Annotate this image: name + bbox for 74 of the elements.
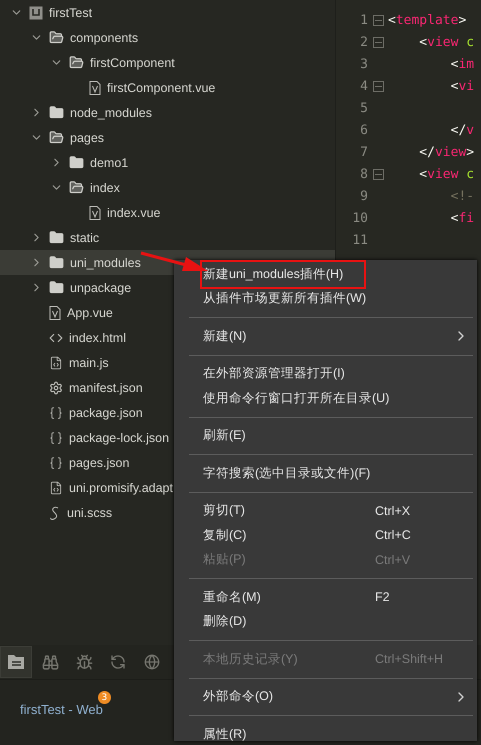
file-icon xyxy=(49,306,61,320)
tree-item[interactable]: firstComponent.vue xyxy=(0,75,335,100)
menu-item[interactable]: 从插件市场更新所有插件(W) xyxy=(174,286,477,311)
tree-item[interactable]: components xyxy=(0,25,335,50)
file-icon xyxy=(49,480,63,494)
menu-item[interactable]: 外部命令(O) xyxy=(174,684,477,709)
tree-item[interactable]: node_modules xyxy=(0,100,335,125)
fold-icon[interactable] xyxy=(373,168,384,180)
line-number: 5 xyxy=(359,100,368,116)
menu-item[interactable]: 删除(D) xyxy=(174,610,477,634)
tree-item[interactable]: index.vue xyxy=(0,200,335,225)
menu-item[interactable]: 新建(N) xyxy=(174,324,477,348)
menu-item[interactable]: 复制(C) Ctrl+C xyxy=(174,523,477,548)
tree-item[interactable]: demo1 xyxy=(0,150,335,175)
file-icon xyxy=(89,206,101,220)
folder-icon xyxy=(49,105,64,120)
line-number: 8 xyxy=(359,166,368,182)
code-line: <vi xyxy=(450,78,474,94)
fold-icon[interactable] xyxy=(373,36,384,48)
folder-icon xyxy=(49,230,64,245)
menu-item[interactable]: 使用命令行窗口打开所在目录(U) xyxy=(174,386,477,410)
fold-icon[interactable] xyxy=(373,80,384,92)
folder-icon xyxy=(49,30,64,45)
menu-item[interactable]: 属性(R) xyxy=(174,722,477,745)
menu-item[interactable]: 在外部资源管理器打开(I) xyxy=(174,362,477,386)
swirl-icon xyxy=(49,506,61,520)
line-number: 9 xyxy=(359,188,368,204)
folder-icon xyxy=(69,55,84,70)
folder-icon xyxy=(49,255,64,270)
code-line: <view c xyxy=(418,166,474,182)
code-line: <view c xyxy=(418,34,474,50)
code-line: </view> xyxy=(418,144,474,160)
line-number: 4 xyxy=(359,78,368,94)
folder-icon xyxy=(69,180,84,195)
brackets-icon xyxy=(49,430,63,444)
menu-item[interactable]: 剪切(T) Ctrl+X xyxy=(174,498,477,523)
line-number: 2 xyxy=(359,34,368,50)
panel-tab[interactable] xyxy=(0,646,32,678)
code-line: <fi xyxy=(450,210,474,226)
code-line: <template> xyxy=(388,12,466,28)
tree-item[interactable]: firstTest xyxy=(0,0,335,25)
line-number: 7 xyxy=(359,144,368,160)
brackets-icon xyxy=(49,406,63,420)
code-line: </v xyxy=(450,122,474,138)
line-number: 11 xyxy=(351,232,368,248)
line-number: 3 xyxy=(359,56,368,72)
globe-icon xyxy=(144,654,160,670)
code-line: <im xyxy=(450,56,474,72)
line-number: 1 xyxy=(359,12,368,28)
count-badge: 3 xyxy=(98,691,111,704)
file-icon xyxy=(49,356,63,370)
code-line: <!- xyxy=(450,188,474,204)
console-tab[interactable]: firstTest - Web xyxy=(20,702,103,717)
tree-item[interactable]: pages xyxy=(0,125,335,150)
folder-icon xyxy=(49,130,64,145)
tree-item[interactable]: index xyxy=(0,175,335,200)
line-number: 6 xyxy=(359,122,368,138)
fold-icon[interactable] xyxy=(373,14,384,26)
menu-item[interactable]: 字符搜索(选中目录或文件)(F) xyxy=(174,461,477,486)
bug-icon xyxy=(76,654,92,670)
tree-item[interactable]: static xyxy=(0,225,335,250)
line-number: 10 xyxy=(351,210,368,226)
menu-item[interactable]: 重命名(M) F2 xyxy=(174,585,477,610)
folder-icon xyxy=(69,155,84,170)
menu-item[interactable]: 刷新(E) xyxy=(174,424,477,448)
binoculars-icon xyxy=(42,654,58,670)
tree-item[interactable]: firstComponent xyxy=(0,50,335,75)
files-icon xyxy=(7,654,25,670)
refresh-icon xyxy=(110,654,126,670)
settings-icon xyxy=(49,380,63,394)
file-icon xyxy=(89,80,101,94)
project-icon xyxy=(29,6,43,20)
brackets-icon xyxy=(49,456,63,470)
folder-icon xyxy=(49,280,64,295)
